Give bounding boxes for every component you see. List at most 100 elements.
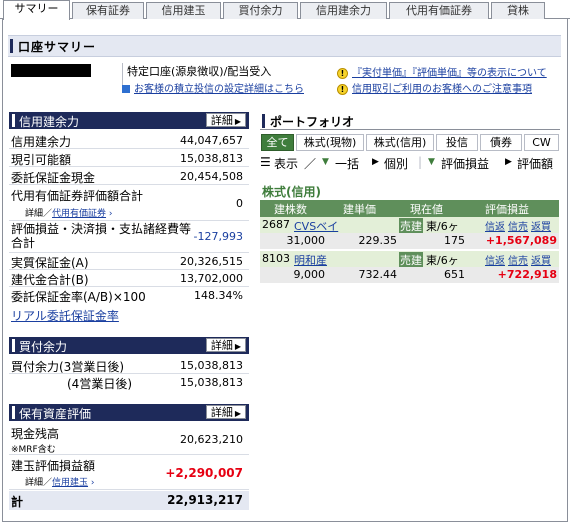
row-value: 20,454,508 [180,170,243,183]
triangle-right-icon: ▶ [505,157,512,167]
market-term: 東/6ヶ [426,220,459,233]
arrow-square-icon [122,85,130,93]
margin-sell-link[interactable]: 信売 [508,256,528,267]
row-label: 信用建余力 [11,135,72,149]
row-value: 15,038,813 [180,359,243,372]
column-header: 評価損益 [485,203,529,216]
detail-label: 詳細 [210,406,233,419]
row-label: 委託保証金率(A/B)×100 [11,290,146,304]
individual-view-toggle[interactable]: 個別 [384,155,408,172]
tab-summary[interactable]: サマリー [3,0,70,20]
row-label: 実質保証金(A) [11,256,89,270]
buying-power-header: 買付余力 詳細 ▶ [9,337,249,354]
row-value: 0 [236,197,243,210]
buy-to-close-link[interactable]: 返買 [531,222,551,233]
stock-name-link[interactable]: 明和産 [294,252,327,268]
tab-collateral-securities[interactable]: 代用有価証券 [389,2,489,19]
close-position-link[interactable]: 信返 [485,256,505,267]
sub-prefix: 詳細／ [25,478,53,488]
margin-positions-link[interactable]: 信用建玉 [52,478,88,488]
bulk-view-toggle[interactable]: 一括 [335,155,359,172]
filter-funds[interactable]: 投信 [436,134,478,151]
row-label: 建玉評価損益額 [11,459,96,473]
display-label: 表示 [274,157,299,171]
action-links: 信返 信売 返買 [482,218,551,233]
triangle-down-icon: ▼ [322,157,329,167]
valuation-view-toggle[interactable]: 評価額 [517,155,553,172]
sub-prefix: 詳細／ [25,209,53,219]
page-title: 口座サマリー [18,40,97,54]
row-value: 20,326,515 [180,255,243,268]
pl-view-toggle[interactable]: 評価損益 [441,155,489,172]
stock-name-link[interactable]: CVSベイ [294,218,338,234]
portfolio-header: ポートフォリオ [260,112,560,130]
header-accent [262,114,265,128]
chevron-right-icon: ▶ [234,117,241,126]
table-row: 信用建余力 44,047,657 [9,131,249,149]
triangle-down-icon: ▼ [428,157,435,167]
stock-code: 2687 [262,218,290,231]
row-value: 44,047,657 [180,134,243,147]
total-value: 22,913,217 [167,493,243,507]
assets-header: 保有資産評価 詳細 ▶ [9,404,249,421]
reserve-settings-link-wrap[interactable]: お客様の積立投信の設定詳細はこちら [122,80,304,95]
filter-bonds[interactable]: 債券 [480,134,522,151]
filter-stock-margin[interactable]: 株式(信用) [366,134,434,151]
column-header: 現在値 [410,203,443,216]
row-value: 15,038,813 [180,376,243,389]
table-row: 現引可能額 15,038,813 [9,149,249,167]
unit-price-notice-link[interactable]: 『実付単価』『評価単価』等の表示について [352,68,547,79]
margin-caution-wrap[interactable]: ! 信用取引ご利用のお客様へのご注意事項 [337,80,532,95]
detail-label: 詳細 [210,114,233,127]
page-title-bar: 口座サマリー [8,35,561,57]
action-links: 信返 信売 返買 [482,252,551,267]
chevron-right-icon: › [106,209,113,219]
row-sublink: 詳細／信用建玉 › [25,475,95,488]
side-badge: 売建 [399,252,423,268]
reserve-settings-link[interactable]: お客様の積立投信の設定詳細はこちら [134,84,304,95]
title-accent [10,39,13,53]
buying-power-title: 買付余力 [19,340,68,354]
margin-capacity-detail-button[interactable]: 詳細 ▶ [205,113,246,127]
margin-caution-link[interactable]: 信用取引ご利用のお客様へのご注意事項 [352,84,532,95]
profit-loss: +722,918 [497,268,557,281]
profit-loss: +1,567,089 [485,234,557,247]
filter-stock-cash[interactable]: 株式(現物) [296,134,364,151]
tab-holdings[interactable]: 保有証券 [72,2,144,19]
quantity: 9,000 [293,268,326,281]
entry-price: 732.44 [358,268,398,281]
total-label: 計 [11,495,24,509]
portfolio-title: ポートフォリオ [270,115,355,129]
row-sublink: 詳細／代用有価証券 › [25,206,113,219]
table-row: 評価損益・決済損・支払諸経費等合計 -127,993 [9,221,249,253]
detail-label: 詳細 [210,339,233,352]
row-label: (4営業日後) [67,377,132,391]
assets-detail-button[interactable]: 詳細 ▶ [205,405,246,419]
table-row: 買付余力(3営業日後) 15,038,813 [9,356,249,374]
stock-code: 8103 [262,252,290,265]
realtime-margin-rate-link[interactable]: リアル委託保証金率 [11,307,119,324]
position-name-row: 2687 CVSベイ 売建 東/6ヶ 信返 信売 返買 [260,217,559,234]
buy-to-close-link[interactable]: 返買 [531,256,551,267]
margin-sell-link[interactable]: 信売 [508,222,528,233]
table-row: 委託保証金率(A/B)×100 148.34% [9,287,249,305]
tab-margin-capacity[interactable]: 信用建余力 [300,2,387,19]
separator: ／ [304,157,317,171]
margin-capacity-header: 信用建余力 詳細 ▶ [9,112,249,129]
triangle-right-icon: ▶ [372,157,379,167]
tab-buying-power[interactable]: 買付余力 [223,2,298,19]
chevron-right-icon: ▶ [234,409,241,418]
unit-price-notice-wrap[interactable]: ! 『実付単価』『評価単価』等の表示について [337,64,547,79]
collateral-securities-link[interactable]: 代用有価証券 [52,209,106,219]
entry-price: 229.35 [358,234,398,247]
filter-cw[interactable]: CW [524,134,559,151]
filter-all[interactable]: 全て [261,134,294,151]
buying-power-detail-button[interactable]: 詳細 ▶ [205,338,246,352]
close-position-link[interactable]: 信返 [485,222,505,233]
row-label: 建代金合計(B) [11,273,89,287]
position-values-row: 31,000 229.35 175 +1,567,089 [260,233,559,249]
tab-stock-lending[interactable]: 貸株 [491,2,545,19]
exclamation-icon: ! [337,83,348,95]
row-note: ※MRF含む [11,445,56,455]
tab-margin-positions[interactable]: 信用建玉 [146,2,221,19]
